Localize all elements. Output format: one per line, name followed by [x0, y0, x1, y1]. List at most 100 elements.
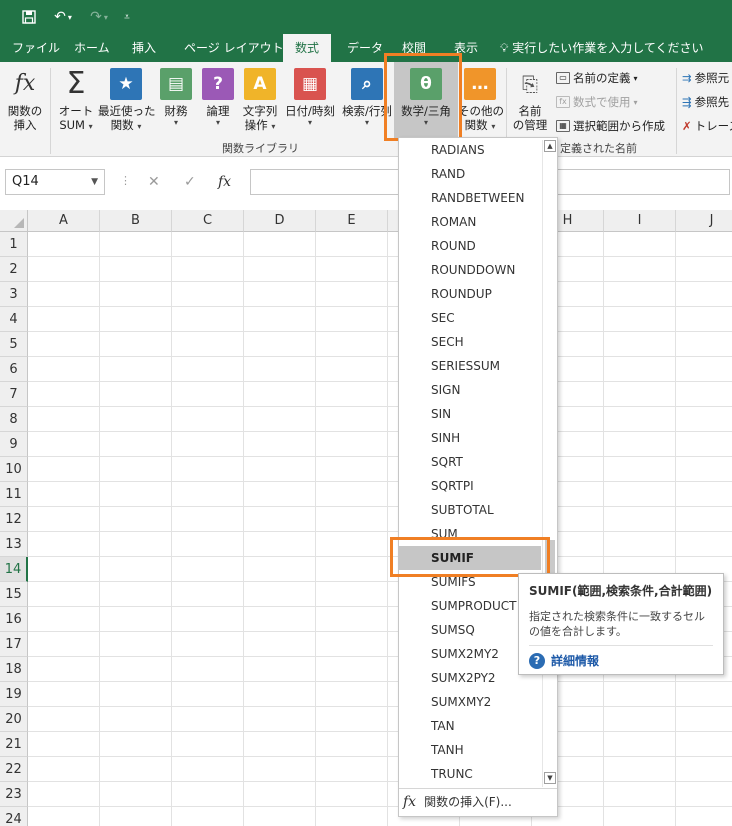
- tab-page-layout[interactable]: ページ レイアウト: [172, 34, 296, 62]
- more-info-link[interactable]: ? 詳細情報: [529, 652, 713, 669]
- row-header-6[interactable]: 6: [0, 357, 28, 382]
- menu-item-sinh[interactable]: SINH: [399, 426, 541, 450]
- redo-icon[interactable]: ↷ ▾: [84, 6, 114, 28]
- menu-item-rounddown[interactable]: ROUNDDOWN: [399, 258, 541, 282]
- grid-horizontal-line: [28, 556, 732, 557]
- row-header-4[interactable]: 4: [0, 307, 28, 332]
- name-manager-button[interactable]: ⎘ 名前 の管理: [508, 66, 552, 132]
- tab-review[interactable]: 校閲: [390, 34, 438, 62]
- chevron-down-icon: ▾: [364, 118, 369, 127]
- row-header-13[interactable]: 13: [0, 532, 28, 557]
- menu-item-round[interactable]: ROUND: [399, 234, 541, 258]
- menu-item-sumxmy2[interactable]: SUMXMY2: [399, 690, 541, 714]
- chevron-down-icon: ▾: [491, 122, 496, 131]
- row-header-3[interactable]: 3: [0, 282, 28, 307]
- menu-item-tan[interactable]: TAN: [399, 714, 541, 738]
- menu-item-trunc[interactable]: TRUNC: [399, 762, 541, 786]
- menu-item-sqrtpi[interactable]: SQRTPI: [399, 474, 541, 498]
- menu-item-sec[interactable]: SEC: [399, 306, 541, 330]
- column-header-b[interactable]: B: [100, 210, 172, 232]
- row-header-17[interactable]: 17: [0, 632, 28, 657]
- column-header-d[interactable]: D: [244, 210, 316, 232]
- column-header-a[interactable]: A: [28, 210, 100, 232]
- insert-function-button[interactable]: fx 関数の 挿入: [4, 66, 46, 133]
- menu-item-rand[interactable]: RAND: [399, 162, 541, 186]
- menu-item-seriessum[interactable]: SERIESSUM: [399, 354, 541, 378]
- menu-item-radians[interactable]: RADIANS: [399, 138, 541, 162]
- math-trig-button[interactable]: θ 数学/三角 ▾: [394, 62, 458, 138]
- column-header-e[interactable]: E: [316, 210, 388, 232]
- scroll-up-icon[interactable]: ▲: [544, 140, 556, 152]
- define-name-button[interactable]: ▭ 名前の定義 ▾: [556, 70, 638, 86]
- datetime-button[interactable]: ▦ 日付/時刻 ▾: [282, 66, 338, 128]
- undo-icon[interactable]: ↶ ▾: [48, 6, 78, 28]
- row-header-9[interactable]: 9: [0, 432, 28, 457]
- enter-icon[interactable]: ✓: [184, 174, 196, 190]
- row-header-2[interactable]: 2: [0, 257, 28, 282]
- insert-function-icon[interactable]: fx: [218, 174, 231, 190]
- row-header-1[interactable]: 1: [0, 232, 28, 257]
- tell-me-box[interactable]: 💡︎ 実行したい作業を入力してください: [500, 34, 704, 62]
- row-header-16[interactable]: 16: [0, 607, 28, 632]
- row-header-19[interactable]: 19: [0, 682, 28, 707]
- column-header-j[interactable]: J: [676, 210, 732, 232]
- save-icon[interactable]: [18, 6, 40, 28]
- row-header-11[interactable]: 11: [0, 482, 28, 507]
- row-header-5[interactable]: 5: [0, 332, 28, 357]
- row-header-12[interactable]: 12: [0, 507, 28, 532]
- tab-home[interactable]: ホーム: [62, 34, 122, 62]
- name-box[interactable]: Q14 ▼: [5, 169, 105, 195]
- select-all-corner[interactable]: [0, 210, 28, 232]
- scroll-down-icon[interactable]: ▼: [544, 772, 556, 784]
- customize-icon[interactable]: ⩡: [120, 6, 134, 28]
- menu-item-subtotal[interactable]: SUBTOTAL: [399, 498, 541, 522]
- menu-item-sum[interactable]: SUM: [399, 522, 541, 546]
- menu-item-sqrt[interactable]: SQRT: [399, 450, 541, 474]
- logical-button[interactable]: ? 論理 ▾: [200, 66, 236, 128]
- autosum-button[interactable]: Σ オート SUM ▾: [54, 66, 98, 133]
- row-header-24[interactable]: 24: [0, 807, 28, 826]
- remove-arrows-button[interactable]: ✗ トレース: [682, 118, 732, 134]
- menu-item-tanh[interactable]: TANH: [399, 738, 541, 762]
- trace-dependents-button[interactable]: ⇶ 参照先: [682, 94, 729, 110]
- menu-item-sumif[interactable]: SUMIF: [399, 546, 541, 570]
- trace-precedents-button[interactable]: ⇉ 参照元: [682, 70, 729, 86]
- row-header-10[interactable]: 10: [0, 457, 28, 482]
- financial-button[interactable]: ▤ 財務 ▾: [158, 66, 194, 128]
- row-header-23[interactable]: 23: [0, 782, 28, 807]
- menu-item-sign[interactable]: SIGN: [399, 378, 541, 402]
- menu-scrollbar[interactable]: ▲ ▼: [542, 140, 556, 787]
- tab-data[interactable]: データ: [335, 34, 395, 62]
- menu-item-randbetween[interactable]: RANDBETWEEN: [399, 186, 541, 210]
- column-header-c[interactable]: C: [172, 210, 244, 232]
- row-header-22[interactable]: 22: [0, 757, 28, 782]
- row-header-14[interactable]: 14: [0, 557, 28, 582]
- row-header-15[interactable]: 15: [0, 582, 28, 607]
- recently-used-button[interactable]: ★ 最近使った 関数 ▾: [98, 66, 156, 132]
- chevron-down-icon[interactable]: ▼: [91, 170, 98, 194]
- lookup-button[interactable]: ⌕ 検索/行列 ▾: [340, 66, 394, 128]
- menu-item-sin[interactable]: SIN: [399, 402, 541, 426]
- row-header-20[interactable]: 20: [0, 707, 28, 732]
- use-in-formula-button[interactable]: fx 数式で使用 ▾: [556, 94, 638, 110]
- row-header-18[interactable]: 18: [0, 657, 28, 682]
- worksheet-grid[interactable]: ABCDEFGHIJ 12345678910111213141516171819…: [0, 210, 732, 826]
- row-header-8[interactable]: 8: [0, 407, 28, 432]
- insert-function-menu-item[interactable]: fx 関数の挿入(F)...: [403, 790, 512, 814]
- row-header-7[interactable]: 7: [0, 382, 28, 407]
- grid-horizontal-line: [28, 256, 732, 257]
- tab-formulas[interactable]: 数式: [283, 34, 332, 62]
- tab-insert[interactable]: 挿入: [120, 34, 168, 62]
- function-library-label: 関数ライブラリ: [222, 142, 299, 155]
- text-functions-button[interactable]: A 文字列 操作 ▾: [240, 66, 280, 132]
- more-functions-button[interactable]: … その他の 関数 ▾: [458, 66, 504, 132]
- tag-icon: ▭: [556, 72, 570, 84]
- tab-view[interactable]: 表示: [442, 34, 490, 62]
- create-from-selection-button[interactable]: ▦ 選択範囲から作成: [556, 118, 665, 134]
- cancel-icon[interactable]: ✕: [148, 174, 160, 190]
- menu-item-roundup[interactable]: ROUNDUP: [399, 282, 541, 306]
- row-header-21[interactable]: 21: [0, 732, 28, 757]
- column-header-i[interactable]: I: [604, 210, 676, 232]
- menu-item-roman[interactable]: ROMAN: [399, 210, 541, 234]
- menu-item-sech[interactable]: SECH: [399, 330, 541, 354]
